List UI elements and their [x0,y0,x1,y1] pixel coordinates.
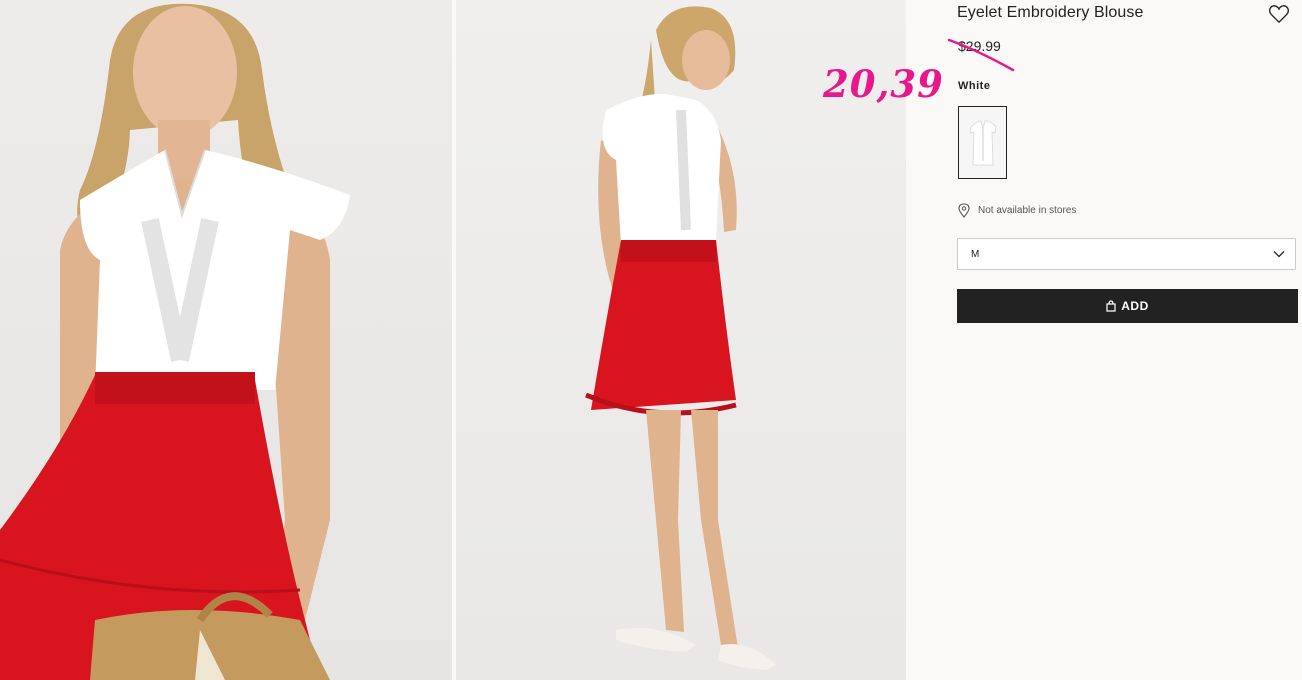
blouse-thumbnail [968,119,997,165]
store-availability-text: Not available in stores [978,205,1077,216]
heart-outline-icon [1268,5,1290,24]
favorite-button[interactable] [1268,4,1290,24]
selected-color-name: White [958,80,991,92]
handwritten-sale-price: 20,39 [823,62,944,106]
chevron-down-icon [1273,251,1285,258]
product-title: Eyelet Embroidery Blouse [957,4,1144,21]
original-price: $29.99 [958,38,1001,54]
shopping-bag-icon [1106,300,1116,312]
product-image-1[interactable] [0,0,452,680]
selected-size: M [971,248,980,260]
add-to-bag-button[interactable]: ADD [957,289,1298,323]
product-details-panel: Eyelet Embroidery Blouse $29.99 20,39 Wh… [823,0,1298,680]
model-closeup-illustration [0,3,350,680]
add-button-label: ADD [1121,299,1149,313]
store-availability: Not available in stores [958,203,1076,218]
color-swatch-white[interactable] [958,106,1007,179]
size-dropdown[interactable]: M [957,238,1296,270]
map-pin-icon [958,203,970,218]
